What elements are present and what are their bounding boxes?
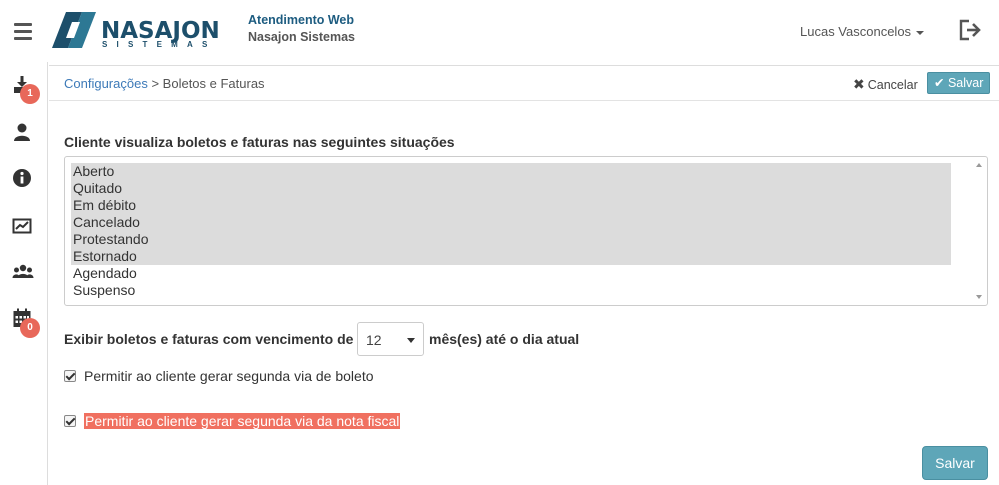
cancel-button[interactable]: ✖ Cancelar bbox=[853, 76, 918, 93]
app-subtitle: Nasajon Sistemas bbox=[248, 30, 355, 44]
list-item[interactable]: Aberto bbox=[71, 163, 951, 180]
sidebar-item-download[interactable]: 1 bbox=[12, 74, 40, 104]
cancel-label: Cancelar bbox=[867, 78, 918, 92]
app-title: Atendimento Web bbox=[248, 13, 355, 27]
list-item[interactable]: Suspenso bbox=[71, 282, 951, 299]
settings-panel: Configurações > Boletos e Faturas ✖ Cance… bbox=[49, 65, 999, 485]
list-item[interactable]: Protestando bbox=[71, 231, 951, 248]
save-button-top[interactable]: ✔ Salvar bbox=[927, 72, 991, 94]
sidebar-item-chart[interactable] bbox=[12, 216, 34, 238]
logo-subtext: SISTEMAS bbox=[102, 40, 217, 49]
group-icon bbox=[12, 264, 34, 278]
vencimento-suffix: mês(es) até o dia atual bbox=[429, 331, 580, 347]
close-icon: ✖ bbox=[853, 76, 865, 92]
sidebar-item-info[interactable] bbox=[12, 168, 34, 190]
nota-fiscal-checkbox[interactable] bbox=[64, 415, 76, 427]
logo-mark-icon bbox=[52, 12, 96, 48]
breadcrumb-link-configuracoes[interactable]: Configurações bbox=[64, 76, 148, 91]
save-label: Salvar bbox=[947, 76, 984, 90]
info-icon bbox=[13, 169, 31, 187]
nota-fiscal-checkbox-label[interactable]: Permitir ao cliente gerar segunda via da… bbox=[84, 413, 401, 429]
list-item[interactable]: Agendado bbox=[71, 265, 951, 282]
sidebar-item-user[interactable] bbox=[12, 122, 34, 144]
user-name: Lucas Vasconcelos bbox=[800, 24, 912, 39]
notification-badge: 0 bbox=[20, 318, 40, 338]
save-button[interactable]: Salvar bbox=[922, 446, 988, 480]
user-icon bbox=[14, 123, 30, 141]
sidebar-item-calendar[interactable]: 0 bbox=[12, 308, 40, 338]
vencimento-select[interactable]: 12 bbox=[357, 322, 424, 356]
logo[interactable]: NASAJON SISTEMAS bbox=[52, 12, 222, 50]
scroll-up-arrow[interactable] bbox=[976, 163, 982, 167]
list-item[interactable]: Estornado bbox=[71, 248, 951, 265]
vencimento-value: 12 bbox=[366, 332, 382, 348]
boleto-checkbox-label[interactable]: Permitir ao cliente gerar segunda via de… bbox=[84, 368, 374, 384]
list-item[interactable]: Em débito bbox=[71, 197, 951, 214]
user-menu[interactable]: Lucas Vasconcelos bbox=[800, 24, 925, 39]
breadcrumb: Configurações > Boletos e Faturas bbox=[64, 76, 265, 91]
sidebar: 1 0 bbox=[0, 62, 48, 485]
logout-button[interactable] bbox=[958, 18, 984, 42]
top-bar: NASAJON SISTEMAS Atendimento Web Nasajon… bbox=[0, 0, 999, 62]
sidebar-item-group[interactable] bbox=[12, 262, 34, 284]
boleto-checkbox[interactable] bbox=[64, 370, 76, 382]
chevron-down-icon bbox=[916, 30, 925, 35]
menu-icon[interactable] bbox=[14, 23, 32, 40]
sign-out-icon bbox=[959, 19, 981, 41]
check-icon: ✔ bbox=[934, 76, 945, 90]
breadcrumb-current: Boletos e Faturas bbox=[162, 76, 265, 91]
breadcrumb-separator: > bbox=[151, 76, 160, 91]
scroll-down-arrow[interactable] bbox=[976, 295, 982, 299]
chevron-down-icon bbox=[407, 338, 415, 343]
chart-icon bbox=[12, 218, 32, 234]
panel-header: Configurações > Boletos e Faturas ✖ Cance… bbox=[49, 66, 999, 101]
situations-multiselect[interactable]: Aberto Quitado Em débito Cancelado Prote… bbox=[64, 156, 988, 306]
situations-label: Cliente visualiza boletos e faturas nas … bbox=[64, 134, 455, 150]
notification-badge: 1 bbox=[20, 84, 40, 104]
list-item[interactable]: Quitado bbox=[71, 180, 951, 197]
list-item[interactable]: Cancelado bbox=[71, 214, 951, 231]
vencimento-label: Exibir boletos e faturas com vencimento … bbox=[64, 331, 354, 347]
